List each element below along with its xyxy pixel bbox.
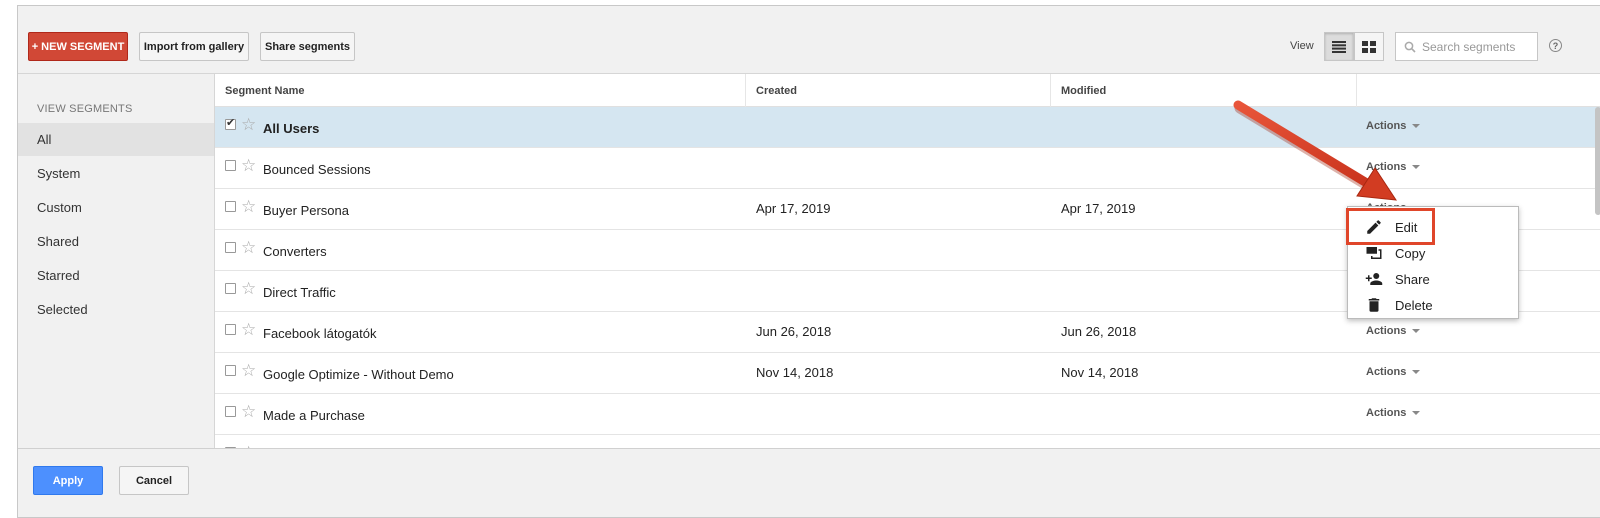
actions-label: Actions: [1366, 407, 1407, 419]
column-header-created[interactable]: Created: [746, 74, 1051, 107]
created-date: Nov 14, 2018: [756, 365, 834, 380]
segment-name[interactable]: Buyer Persona: [263, 203, 349, 218]
grid-view-toggle[interactable]: [1354, 32, 1384, 61]
segment-name[interactable]: Facebook látogatók: [263, 326, 376, 341]
sidebar-item-label: System: [37, 166, 81, 181]
star-icon[interactable]: ☆: [241, 403, 256, 420]
apply-button[interactable]: Apply: [33, 466, 103, 495]
table-row[interactable]: ☆ Google Optimize - Without Demo Nov 14, 2…: [215, 353, 1600, 394]
sidebar-heading: VIEW SEGMENTS: [37, 103, 133, 115]
actions-dropdown[interactable]: Actions: [1366, 161, 1421, 173]
actions-dropdown[interactable]: Actions: [1366, 120, 1421, 132]
sidebar-item-label: Custom: [37, 200, 82, 215]
segment-name[interactable]: Bounced Sessions: [263, 162, 371, 177]
sidebar-item-shared[interactable]: Shared: [18, 225, 214, 258]
actions-label: Actions: [1366, 366, 1407, 378]
toolbar: + NEW SEGMENT Import from gallery Share …: [18, 6, 1600, 73]
row-checkbox[interactable]: [225, 160, 236, 171]
caret-down-icon: [1412, 165, 1421, 170]
row-checkbox[interactable]: [225, 242, 236, 253]
star-icon[interactable]: ☆: [241, 362, 256, 379]
sidebar-item-custom[interactable]: Custom: [18, 191, 214, 224]
row-checkbox[interactable]: [225, 116, 236, 130]
new-segment-button[interactable]: + NEW SEGMENT: [28, 32, 128, 61]
row-checkbox[interactable]: [225, 406, 236, 417]
sidebar-item-label: Selected: [37, 302, 88, 317]
edit-annotation-box: [1346, 208, 1435, 245]
share-segments-button[interactable]: Share segments: [260, 32, 355, 61]
sidebar-item-starred[interactable]: Starred: [18, 259, 214, 292]
actions-dropdown[interactable]: Actions: [1366, 325, 1421, 337]
row-checkbox[interactable]: [225, 201, 236, 212]
add-person-icon: [1365, 273, 1383, 285]
row-checkbox[interactable]: [225, 324, 236, 335]
caret-down-icon: [1412, 124, 1421, 129]
actions-dropdown[interactable]: Actions: [1366, 407, 1421, 419]
segment-name[interactable]: Direct Traffic: [263, 285, 336, 300]
search-input[interactable]: [1422, 39, 1532, 54]
scrollbar[interactable]: [1595, 107, 1600, 215]
segment-name[interactable]: All Users: [263, 121, 319, 136]
list-view-icon: [1332, 40, 1346, 53]
import-from-gallery-button[interactable]: Import from gallery: [139, 32, 249, 61]
row-checkbox[interactable]: [225, 283, 236, 294]
star-icon[interactable]: ☆: [241, 198, 256, 215]
cancel-button[interactable]: Cancel: [119, 466, 189, 495]
modified-date: Jun 26, 2018: [1061, 324, 1137, 339]
menu-item-label: Copy: [1395, 245, 1426, 261]
sidebar-item-label: Shared: [37, 234, 79, 249]
star-icon[interactable]: ☆: [241, 321, 256, 338]
star-icon[interactable]: ☆: [241, 116, 256, 133]
sidebar-item-all[interactable]: All: [18, 123, 214, 156]
caret-down-icon: [1412, 411, 1421, 416]
segment-name[interactable]: Google Optimize - Without Demo: [263, 367, 454, 382]
sidebar-item-system[interactable]: System: [18, 157, 214, 190]
caret-down-icon: [1412, 370, 1421, 375]
star-icon[interactable]: ☆: [241, 239, 256, 256]
search-icon: [1404, 41, 1416, 53]
modified-date: Nov 14, 2018: [1061, 365, 1139, 380]
copy-icon: [1366, 247, 1382, 259]
segment-name[interactable]: Made a Purchase: [263, 408, 365, 423]
trash-icon: [1368, 298, 1380, 312]
help-icon[interactable]: ?: [1549, 39, 1562, 52]
menu-item-label: Share: [1395, 271, 1430, 287]
actions-label: Actions: [1366, 161, 1407, 173]
actions-label: Actions: [1366, 120, 1407, 132]
sidebar-item-label: All: [37, 132, 52, 147]
modified-date: Apr 17, 2019: [1061, 201, 1136, 216]
sidebar-item-selected[interactable]: Selected: [18, 293, 214, 326]
star-icon[interactable]: ☆: [241, 280, 256, 297]
star-icon[interactable]: ☆: [241, 157, 256, 174]
created-date: Apr 17, 2019: [756, 201, 831, 216]
menu-item-label: Delete: [1395, 297, 1433, 313]
table-row[interactable]: ☆Mobile and Tablet TrafficActions: [215, 435, 1600, 448]
actions-label: Actions: [1366, 325, 1407, 337]
column-header-segment-name[interactable]: Segment Name: [215, 74, 746, 107]
grid-view-icon: [1362, 40, 1376, 53]
actions-dropdown[interactable]: Actions: [1366, 366, 1421, 378]
menu-item-delete[interactable]: Delete: [1348, 292, 1518, 318]
table-row[interactable]: ☆ Made a Purchase Actions: [215, 394, 1600, 435]
view-label: View: [1290, 40, 1314, 52]
segment-name[interactable]: Converters: [263, 244, 327, 259]
caret-down-icon: [1412, 329, 1421, 334]
table-row[interactable]: ☆ All Users Actions: [215, 107, 1600, 148]
list-view-toggle[interactable]: [1324, 32, 1354, 61]
table-row[interactable]: ☆ Bounced Sessions Actions: [215, 148, 1600, 189]
table-header: Segment Name Created Modified: [215, 74, 1600, 107]
column-header-modified[interactable]: Modified: [1051, 74, 1357, 107]
sidebar: VIEW SEGMENTS All System Custom Shared S…: [18, 73, 214, 448]
menu-item-share[interactable]: Share: [1348, 266, 1518, 292]
search-box: [1395, 32, 1538, 61]
sidebar-item-label: Starred: [37, 268, 80, 283]
footer: Apply Cancel: [18, 448, 1600, 517]
row-checkbox[interactable]: [225, 365, 236, 376]
created-date: Jun 26, 2018: [756, 324, 832, 339]
